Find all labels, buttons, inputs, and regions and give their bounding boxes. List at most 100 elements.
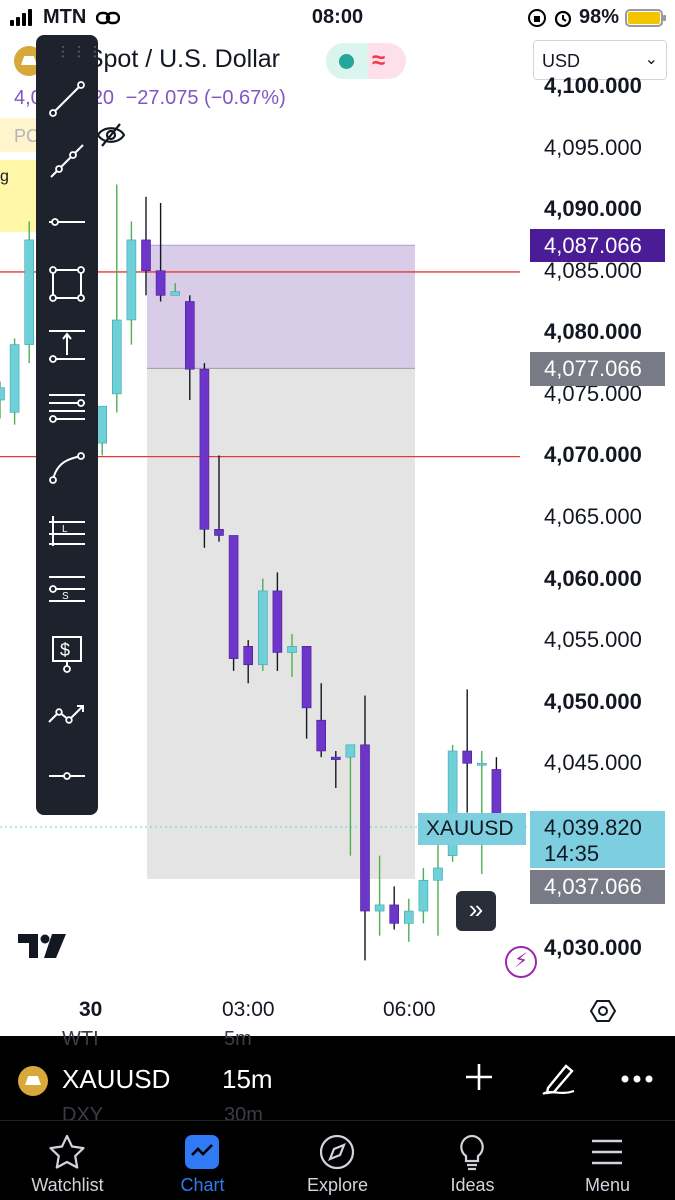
y-tick-label: 4,080.000 xyxy=(544,319,642,345)
y-tick-label: 4,055.000 xyxy=(544,627,642,653)
interval-selector[interactable]: 15m xyxy=(222,1064,273,1095)
target-price-badge: 4,087.066 xyxy=(530,229,665,262)
candle-body xyxy=(403,910,414,924)
scroll-to-latest-button[interactable]: » xyxy=(456,891,496,931)
candle-body xyxy=(476,762,487,766)
candle-body xyxy=(24,239,35,345)
candle-body xyxy=(199,368,210,530)
tool-long-position[interactable]: L xyxy=(36,502,98,558)
y-tick-label: 4,065.000 xyxy=(544,504,642,529)
y-tick-label: 4,060.000 xyxy=(544,565,642,591)
candle-body xyxy=(141,239,151,272)
svg-text:$: $ xyxy=(60,640,70,660)
tab-label: Watchlist xyxy=(31,1175,104,1195)
x-label-day: 30 xyxy=(79,998,103,1021)
rectangle-icon xyxy=(49,265,85,302)
tool-parallel-channel[interactable] xyxy=(36,379,98,435)
symbol-logo-icon xyxy=(18,1066,48,1096)
tab-menu[interactable]: Menu xyxy=(540,1121,675,1200)
candle-body xyxy=(0,387,5,401)
tool-price-label[interactable]: $ xyxy=(36,625,98,681)
candle-body xyxy=(155,270,166,296)
candle-body xyxy=(257,590,268,666)
tool-ray[interactable] xyxy=(36,133,98,189)
tool-short-position[interactable]: S xyxy=(36,563,98,619)
tab-label: Menu xyxy=(584,1175,631,1195)
symbol-bar: WTI 5m XAUUSD 15m DXY 30m xyxy=(0,1028,675,1126)
symbol-price-tag: XAUUSD xyxy=(418,813,526,845)
trend-line-icon xyxy=(49,81,85,117)
candle-body xyxy=(330,756,341,760)
candle-body xyxy=(462,750,473,764)
candle-body xyxy=(185,301,195,370)
ghost-symbol-above: WTI xyxy=(62,1028,99,1050)
drag-handle-icon[interactable]: ⋮⋮⋮ xyxy=(56,43,104,60)
tool-trend-line[interactable] xyxy=(36,71,98,127)
y-tick-label: 4,050.000 xyxy=(544,688,642,714)
tab-label: Chart xyxy=(180,1175,225,1195)
tool-price-range[interactable] xyxy=(36,317,98,373)
chart-icon xyxy=(185,1135,219,1169)
y-tick-label: 4,030.000 xyxy=(544,935,642,960)
symbol-name[interactable]: XAUUSD xyxy=(62,1064,170,1095)
tab-label: Explore xyxy=(306,1175,369,1195)
more-icon[interactable] xyxy=(620,1074,654,1084)
lightbulb-icon xyxy=(460,1134,484,1171)
candle-body xyxy=(272,590,283,653)
tool-horizontal-ray[interactable] xyxy=(36,748,98,804)
candle-body xyxy=(287,645,297,653)
curve-icon xyxy=(49,452,85,484)
x-label-0600: 06:00 xyxy=(383,998,436,1021)
horizontal-line-icon xyxy=(49,218,85,226)
candle-body xyxy=(243,645,253,666)
parallel-channel-icon xyxy=(49,393,85,423)
y-tick-label: 4,100.000 xyxy=(544,73,642,98)
draw-pencil-icon[interactable] xyxy=(540,1060,578,1096)
hamburger-icon xyxy=(592,1139,622,1165)
long-position-icon: L xyxy=(49,515,85,546)
svg-text:L: L xyxy=(62,524,68,535)
y-tick-label: 4,070.000 xyxy=(544,442,642,468)
add-icon[interactable] xyxy=(462,1060,496,1094)
ray-icon xyxy=(50,143,84,178)
tab-watchlist[interactable]: Watchlist xyxy=(0,1121,135,1200)
current-price: 4,039.820 xyxy=(544,815,642,840)
svg-text:S: S xyxy=(62,591,69,602)
compass-icon xyxy=(319,1134,355,1170)
y-tick-label: 4,045.000 xyxy=(544,750,642,776)
price-range-icon xyxy=(49,330,85,363)
chart-settings-icon[interactable] xyxy=(590,998,616,1024)
hide-eye-icon[interactable] xyxy=(96,122,126,148)
tool-rectangle[interactable] xyxy=(36,256,98,312)
candle-body xyxy=(112,319,122,395)
current-price-badge: 4,039.820 14:35 xyxy=(530,811,665,868)
candle-body xyxy=(345,744,356,758)
tradingview-logo-icon[interactable] xyxy=(18,934,70,960)
price-label-icon: $ xyxy=(52,635,82,673)
candle-body xyxy=(418,879,429,912)
candle-body xyxy=(9,344,20,413)
tool-path[interactable] xyxy=(36,686,98,742)
y-tick-label: 4,090.000 xyxy=(544,196,642,222)
candle-body xyxy=(97,405,107,444)
flash-icon[interactable]: ⚡ xyxy=(505,946,537,978)
ghost-interval-above: 5m xyxy=(224,1028,252,1050)
tab-explore[interactable]: Explore xyxy=(270,1121,405,1200)
candle-body xyxy=(228,535,239,659)
candle-body xyxy=(389,904,400,924)
tab-bar: Watchlist Chart Explore Ideas Menu xyxy=(0,1120,675,1200)
entry-price-badge: 4,077.066 xyxy=(530,352,665,386)
candle-body xyxy=(433,867,443,881)
candle-body xyxy=(360,744,370,912)
tab-label: Ideas xyxy=(450,1175,495,1195)
tab-chart[interactable]: Chart xyxy=(135,1121,270,1200)
short-position-icon: S xyxy=(49,576,85,602)
bar-countdown: 14:35 xyxy=(544,841,600,866)
candle-body xyxy=(374,904,385,912)
x-label-0300: 03:00 xyxy=(222,998,275,1021)
candle-body xyxy=(301,645,312,709)
tool-curve[interactable] xyxy=(36,440,98,496)
tool-horizontal-line[interactable] xyxy=(36,194,98,250)
tab-ideas[interactable]: Ideas xyxy=(405,1121,540,1200)
stop-price-badge: 4,037.066 xyxy=(530,870,665,904)
